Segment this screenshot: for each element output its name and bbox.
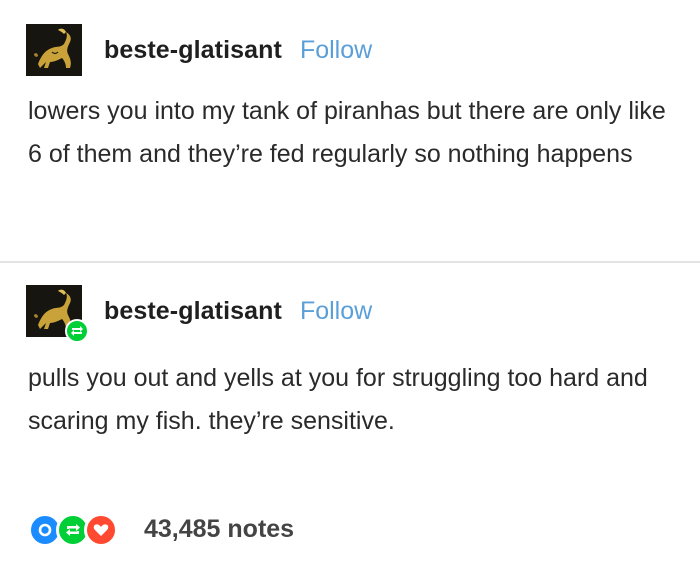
like-icon [84,513,118,547]
post-body-text: lowers you into my tank of piranhas but … [28,97,666,168]
beast-emblem-icon [26,24,82,76]
avatar[interactable] [26,285,89,343]
follow-button[interactable]: Follow [300,36,372,65]
username[interactable]: beste-glatisant [104,297,282,326]
post-2: beste-glatisant Follow pulls you out and… [0,263,700,565]
post-header: beste-glatisant Follow [26,285,372,343]
post-1: beste-glatisant Follow lowers you into m… [0,0,700,262]
username[interactable]: beste-glatisant [104,36,282,65]
follow-button[interactable]: Follow [300,297,372,326]
note-icons [28,513,132,547]
reblog-badge-icon [65,319,89,343]
post-body-text: pulls you out and yells at you for strug… [28,364,648,435]
notes-row[interactable]: 43,485 notes [28,513,294,547]
avatar[interactable] [26,24,82,76]
post-header: beste-glatisant Follow [26,24,372,76]
notes-count[interactable]: 43,485 notes [144,515,294,544]
